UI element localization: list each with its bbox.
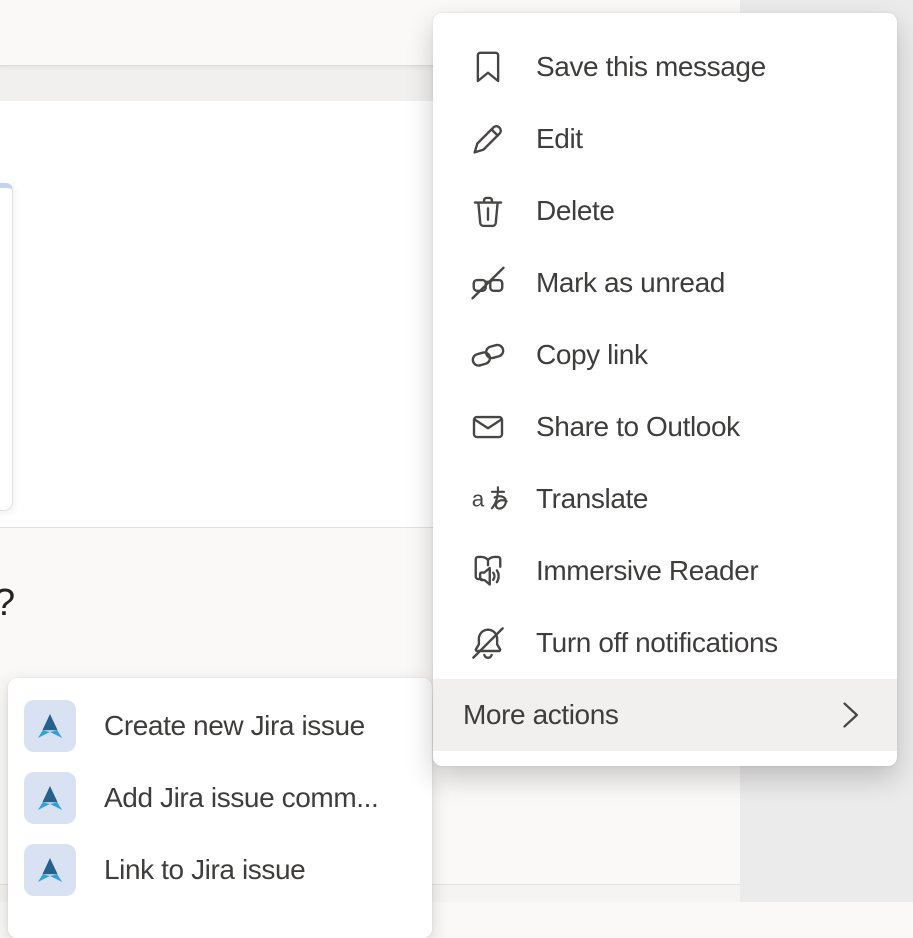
bookmark-icon (468, 47, 508, 87)
menu-item-label: Link to Jira issue (104, 854, 305, 886)
immersive-reader-icon (468, 551, 508, 591)
menu-item-delete[interactable]: Delete (433, 175, 897, 247)
menu-item-immersive-reader[interactable]: Immersive Reader (433, 535, 897, 607)
compose-box-edge[interactable] (0, 183, 13, 511)
mail-icon (468, 407, 508, 447)
jira-app-icon (24, 772, 76, 824)
message-context-menu: Save this message Edit Delete (433, 13, 897, 766)
menu-item-save-this-message[interactable]: Save this message (433, 31, 897, 103)
translate-icon: a (468, 479, 508, 519)
jira-actions-submenu: Create new Jira issue Add Jira issue com… (8, 678, 432, 938)
menu-item-copy-link[interactable]: Copy link (433, 319, 897, 391)
bell-off-icon (468, 623, 508, 663)
menu-item-label: Share to Outlook (536, 411, 740, 443)
partial-message-text: ? (0, 582, 15, 625)
svg-text:a: a (472, 487, 485, 512)
menu-item-label: More actions (463, 699, 831, 731)
menu-item-create-new-jira-issue[interactable]: Create new Jira issue (8, 690, 432, 762)
menu-item-label: Mark as unread (536, 267, 725, 299)
menu-item-label: Translate (536, 483, 648, 515)
menu-item-add-jira-issue-comment[interactable]: Add Jira issue comm... (8, 762, 432, 834)
trash-icon (468, 191, 508, 231)
menu-item-translate[interactable]: a Translate (433, 463, 897, 535)
glasses-off-icon (468, 263, 508, 303)
menu-item-label: Turn off notifications (536, 627, 778, 659)
link-icon (468, 335, 508, 375)
pencil-icon (468, 119, 508, 159)
chevron-right-icon (831, 695, 867, 735)
menu-item-share-to-outlook[interactable]: Share to Outlook (433, 391, 897, 463)
menu-item-label: Create new Jira issue (104, 710, 365, 742)
menu-item-link-to-jira-issue[interactable]: Link to Jira issue (8, 834, 432, 906)
menu-item-mark-as-unread[interactable]: Mark as unread (433, 247, 897, 319)
jira-app-icon (24, 844, 76, 896)
menu-item-label: Copy link (536, 339, 648, 371)
menu-item-turn-off-notifications[interactable]: Turn off notifications (433, 607, 897, 679)
menu-item-label: Delete (536, 195, 615, 227)
menu-item-label: Save this message (536, 51, 766, 83)
menu-item-label: Immersive Reader (536, 555, 758, 587)
menu-item-edit[interactable]: Edit (433, 103, 897, 175)
menu-item-more-actions[interactable]: More actions (433, 679, 897, 751)
menu-item-label: Add Jira issue comm... (104, 782, 378, 814)
menu-item-label: Edit (536, 123, 583, 155)
jira-app-icon (24, 700, 76, 752)
